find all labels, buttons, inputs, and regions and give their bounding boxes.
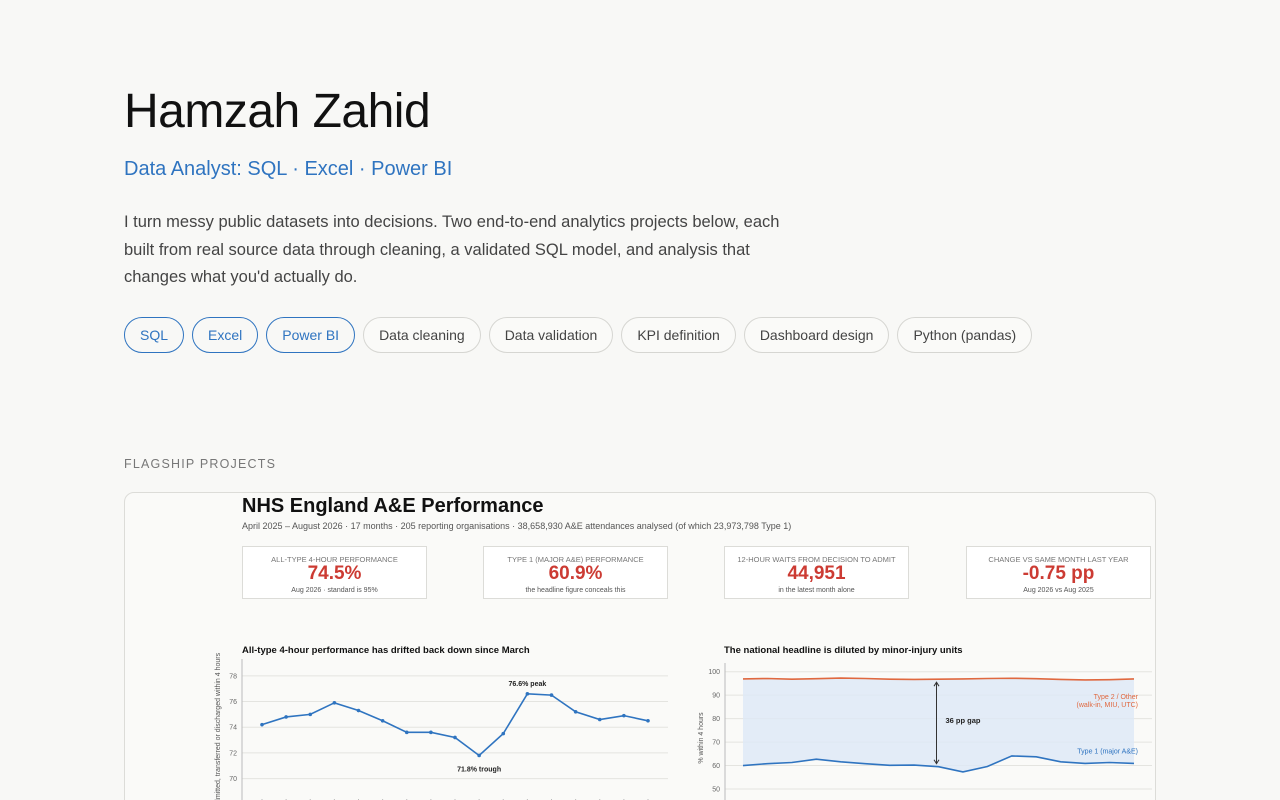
y-tick-label: 60 bbox=[712, 763, 720, 770]
data-point bbox=[284, 715, 288, 719]
data-point bbox=[525, 692, 530, 696]
kpi-value: 74.5% bbox=[307, 563, 362, 584]
y-tick-label: 90 bbox=[712, 693, 720, 700]
kpi-card-yoy-change: CHANGE VS SAME MONTH LAST YEAR -0.75 pp … bbox=[966, 546, 1151, 599]
line-chart-type-comparison: 50 60 70 80 90 100 % within 4 hours Type 2 / Ot… bbox=[698, 663, 1152, 800]
skill-chip-python-pandas: Python (pandas) bbox=[897, 317, 1033, 353]
kpi-note: Aug 2026 · standard is 95% bbox=[291, 587, 378, 594]
y-tick-label: 74 bbox=[229, 725, 237, 732]
kpi-value: 60.9% bbox=[548, 563, 603, 584]
data-point bbox=[646, 718, 650, 723]
kpi-card-all-type: ALL-TYPE 4-HOUR PERFORMANCE 74.5% Aug 20… bbox=[242, 546, 427, 599]
skill-chip-power-bi: Power BI bbox=[266, 317, 356, 353]
annotation-label: 76.6% peak bbox=[509, 681, 547, 688]
skill-chip-sql: SQL bbox=[124, 317, 185, 353]
series-label: Type 1 (major A&E) bbox=[1077, 748, 1138, 755]
skill-chip-dashboard-design: Dashboard design bbox=[743, 317, 890, 353]
y-tick-label: 70 bbox=[229, 776, 237, 783]
series-line bbox=[742, 677, 1135, 681]
data-point bbox=[429, 730, 433, 735]
series-label: (walk-in, MIU, UTC) bbox=[1077, 702, 1138, 709]
skill-chip-data-cleaning: Data cleaning bbox=[363, 317, 481, 353]
dashboard-title: NHS England A&E Performance bbox=[242, 495, 544, 517]
project-card-nhs[interactable]: NHS England A&E Performance April 2025 –… bbox=[124, 492, 1156, 800]
data-point bbox=[260, 722, 264, 727]
y-tick-label: 70 bbox=[712, 740, 720, 747]
y-tick-label: 80 bbox=[712, 716, 720, 723]
kpi-card-12-hour-waits: 12-HOUR WAITS FROM DECISION TO ADMIT 44,… bbox=[724, 546, 909, 599]
series-line bbox=[261, 692, 649, 757]
data-point bbox=[404, 730, 409, 735]
y-tick-label: 72 bbox=[229, 750, 237, 757]
dashboard-subtitle: April 2025 – August 2026 · 17 months · 2… bbox=[242, 521, 792, 531]
section-label-projects: FLAGSHIP PROJECTS bbox=[124, 457, 277, 471]
kpi-card-type1: TYPE 1 (MAJOR A&E) PERFORMANCE 60.9% the… bbox=[483, 546, 668, 599]
skills-list: SQL Excel Power BI Data cleaning Data va… bbox=[124, 317, 1033, 353]
data-point bbox=[453, 735, 457, 740]
data-point bbox=[477, 753, 481, 758]
kpi-note: Aug 2026 vs Aug 2025 bbox=[1023, 587, 1094, 594]
series-label: Type 2 / Other bbox=[1094, 694, 1139, 701]
annotation-label: 71.8% trough bbox=[457, 766, 501, 773]
data-point bbox=[308, 712, 313, 717]
y-tick-label: 100 bbox=[708, 669, 720, 676]
kpi-value: -0.75 pp bbox=[1022, 563, 1095, 584]
data-point bbox=[380, 718, 385, 723]
annotation-label: 36 pp gap bbox=[946, 716, 981, 725]
data-point bbox=[597, 717, 602, 722]
y-tick-label: 76 bbox=[229, 699, 237, 706]
gap-area bbox=[743, 678, 1134, 772]
data-point bbox=[622, 713, 626, 718]
data-point bbox=[573, 710, 578, 714]
data-point bbox=[549, 693, 554, 697]
skill-chip-data-validation: Data validation bbox=[488, 317, 614, 353]
y-axis-label: % admitted, transferred or discharged wi… bbox=[215, 652, 222, 800]
profile-tagline: Data Analyst: SQL · Excel · Power BI bbox=[124, 158, 453, 180]
data-point bbox=[501, 731, 506, 736]
y-tick-label: 78 bbox=[229, 673, 237, 680]
data-point bbox=[356, 708, 361, 713]
profile-name: Hamzah Zahid bbox=[124, 85, 431, 138]
line-chart-all-type: 70 72 74 76 78 % admitted, transferred or dis… bbox=[215, 652, 668, 800]
kpi-note: the headline figure conceals this bbox=[525, 587, 626, 594]
data-point bbox=[332, 701, 337, 705]
y-tick-label: 50 bbox=[712, 787, 720, 794]
profile-intro: I turn messy public datasets into decisi… bbox=[124, 213, 780, 286]
kpi-note: in the latest month alone bbox=[778, 587, 855, 594]
skill-chip-excel: Excel bbox=[192, 317, 259, 353]
kpi-value: 44,951 bbox=[787, 563, 846, 584]
y-axis-label: % within 4 hours bbox=[698, 712, 705, 764]
skill-chip-kpi-definition: KPI definition bbox=[621, 317, 736, 353]
